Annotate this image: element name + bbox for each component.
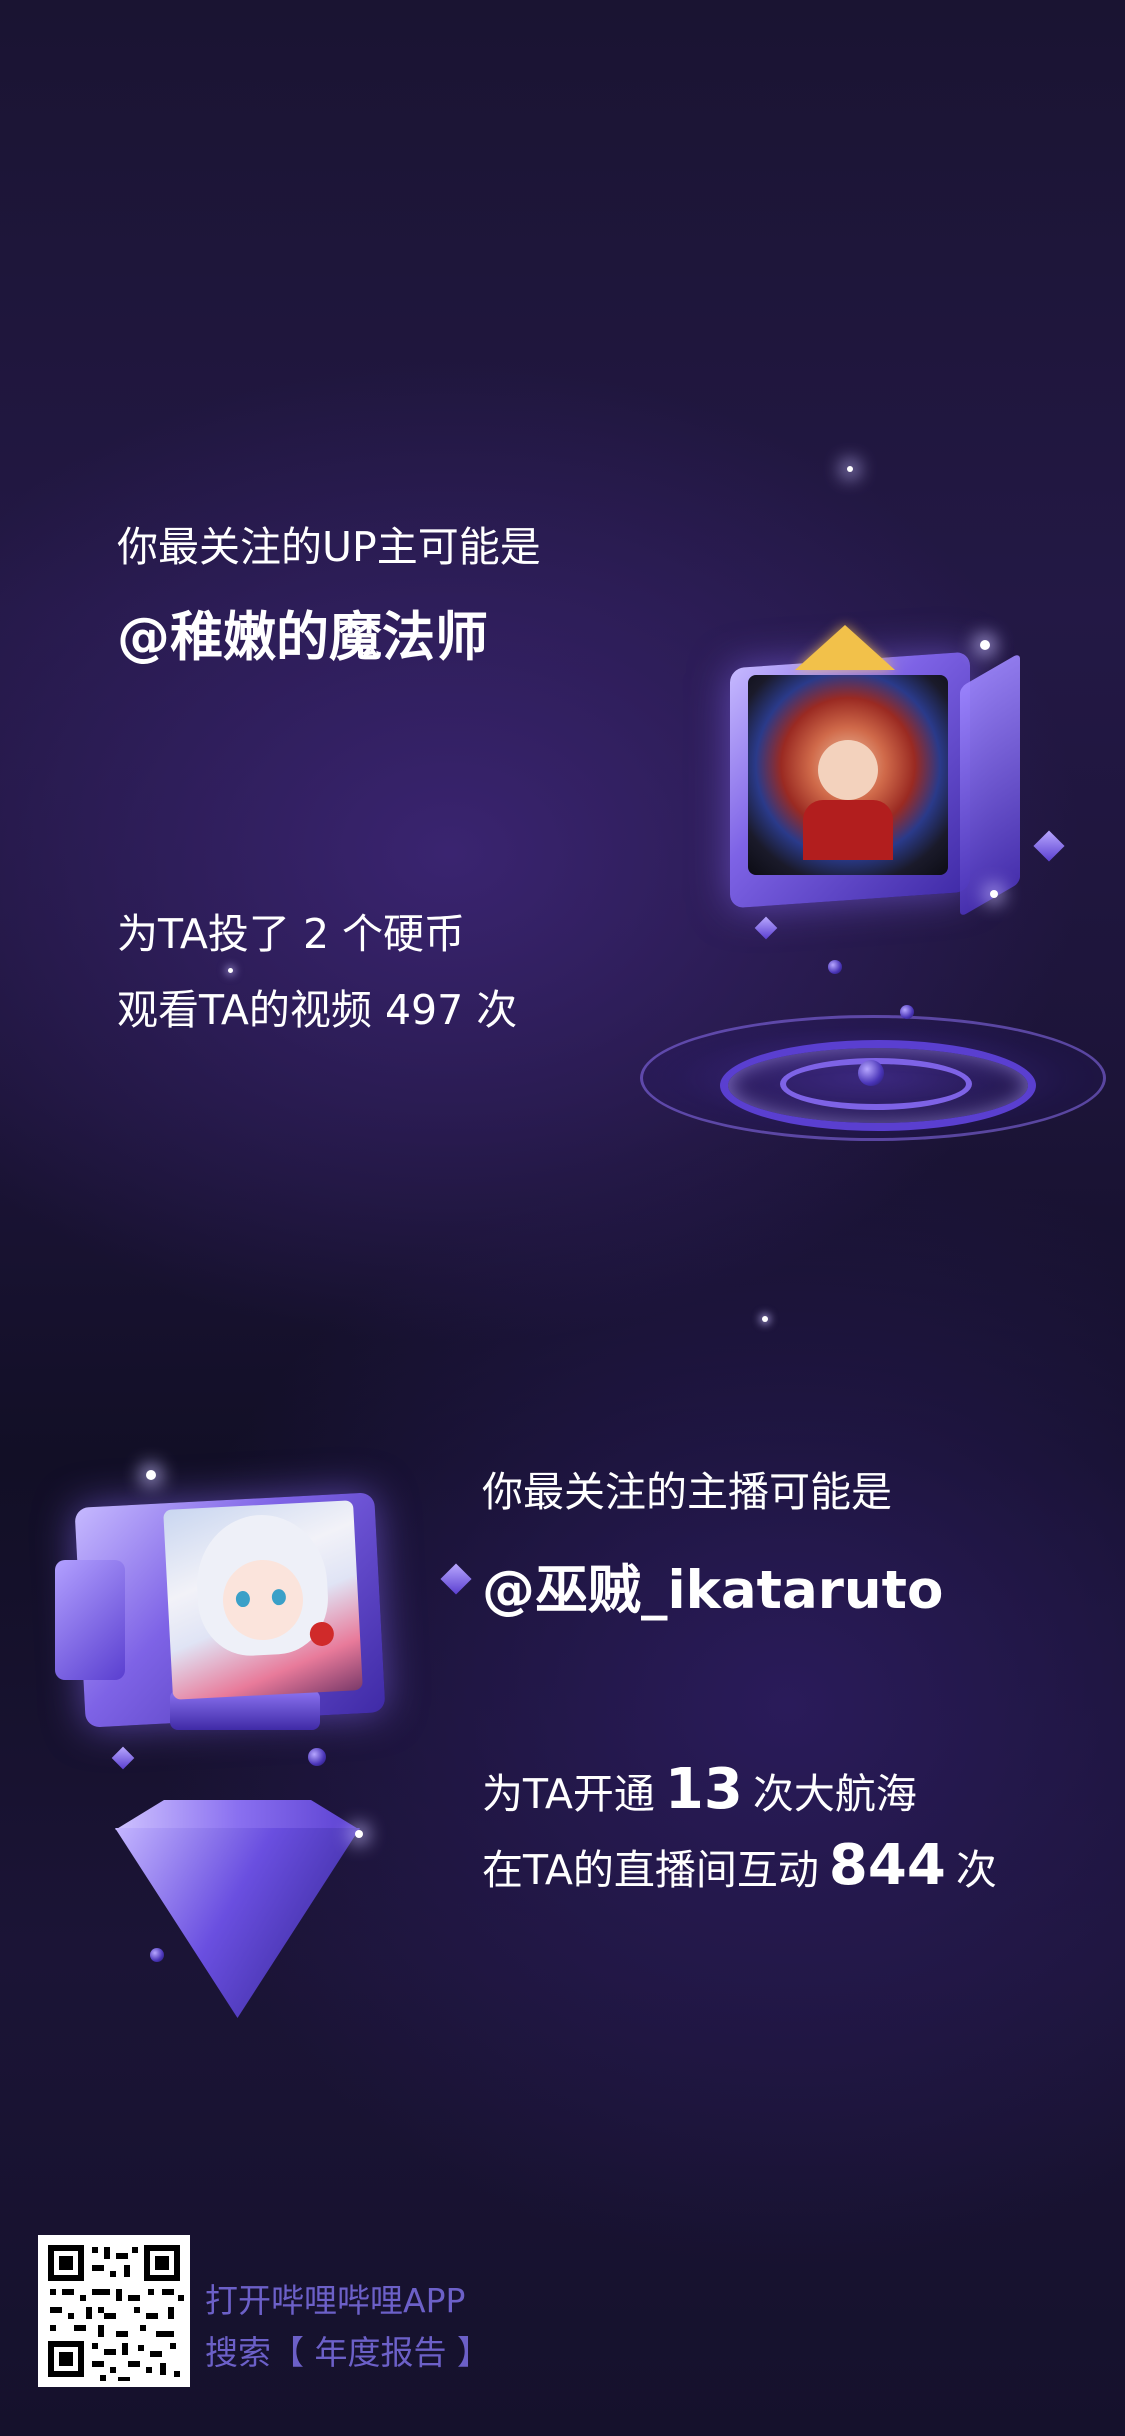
streamer-cube-step <box>55 1560 125 1680</box>
qr-code-icon[interactable] <box>38 2235 190 2387</box>
footer-open-app: 打开哔哩哔哩APP <box>205 2281 466 2320</box>
floating-cube <box>1033 830 1065 862</box>
star-dot <box>228 968 233 973</box>
stat-value: 844 <box>828 1833 946 1898</box>
floating-cube <box>111 1746 135 1770</box>
qr-code-graphic <box>38 2235 190 2387</box>
sparkle <box>355 1830 363 1838</box>
up-illustration <box>630 450 1110 1150</box>
up-handle[interactable]: @稚嫩的魔法师 <box>117 595 488 671</box>
up-stat-coins: 为TA投了 2 个硬币 <box>117 910 466 958</box>
streamer-stat-guard: 为TA开通 13 次大航海 <box>482 1752 917 1832</box>
stat-suffix: 次大航海 <box>752 1770 917 1818</box>
star-dot <box>762 1316 768 1322</box>
avatar-face <box>818 740 878 800</box>
streamer-label: 你最关注的主播可能是 <box>482 1468 892 1516</box>
floating-orb <box>828 960 842 974</box>
sparkle <box>847 466 853 472</box>
floating-orb <box>900 1005 914 1019</box>
avatar-body <box>803 800 893 860</box>
stat-suffix: 次 <box>955 1846 997 1894</box>
streamer-illustration <box>50 1460 470 2020</box>
streamer-stat-interact: 在TA的直播间互动 844 次 <box>482 1828 997 1908</box>
diamond-body <box>115 1828 360 2018</box>
up-cube-side <box>960 652 1020 918</box>
avatar-gem <box>309 1621 335 1647</box>
up-label: 你最关注的UP主可能是 <box>117 523 541 571</box>
stat-prefix: 为TA开通 <box>482 1770 655 1818</box>
floating-orb <box>308 1748 326 1766</box>
stat-value: 13 <box>664 1757 743 1822</box>
up-avatar[interactable] <box>748 675 948 875</box>
up-stat-views: 观看TA的视频 497 次 <box>117 986 518 1034</box>
crown-icon <box>795 625 895 670</box>
streamer-handle[interactable]: @巫贼_ikataruto <box>482 1548 943 1624</box>
ring-center-orb <box>858 1060 884 1086</box>
sparkle <box>990 890 998 898</box>
streamer-avatar[interactable] <box>163 1500 363 1700</box>
sparkle <box>146 1470 156 1480</box>
floating-orb <box>150 1948 164 1962</box>
stat-prefix: 在TA的直播间互动 <box>482 1846 819 1894</box>
footer-search-report: 搜索【 年度报告 】 <box>205 2333 490 2372</box>
floating-cube <box>754 916 778 940</box>
sparkle <box>980 640 990 650</box>
